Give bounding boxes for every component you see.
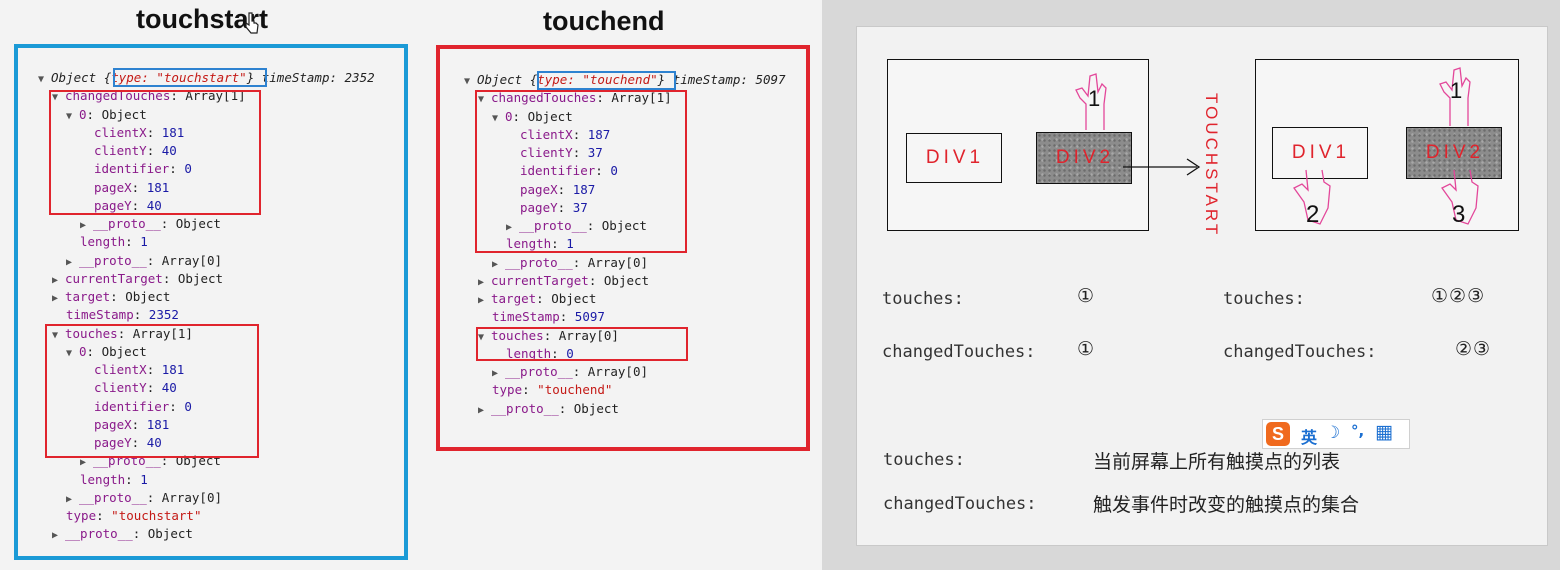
console-line: timeStamp: 2352 [66,307,179,323]
def-touches-label: touches: [883,450,965,470]
console-line[interactable]: ▶ currentTarget: Object [478,272,649,292]
console-line[interactable]: ▶ __proto__: Object [80,215,221,235]
console-line: timeStamp: 5097 [492,309,605,325]
div1-label: DIV1 [925,147,985,168]
ime-lang-toggle[interactable]: 英 [1301,424,1317,448]
expand-down-icon[interactable]: ▼ [464,73,477,91]
devtools-comparison-panel: touchstart touchend ▼ Object {type: "touc… [0,0,822,570]
type-highlight-end [537,71,676,90]
div1-label: DIV1 [1291,142,1351,163]
def-changedtouches-text: 触发事件时改变的触摸点的集合 [1093,494,1360,516]
svg-text:1: 1 [1450,78,1462,103]
svg-text:1: 1 [1088,86,1100,111]
console-line[interactable]: ▶ __proto__: Array[0] [492,363,648,383]
arrow-icon [1123,158,1201,176]
screen-diagram-before: DIV1 DIV2 1 [887,59,1149,231]
screen-diagram-after: DIV1 DIV2 1 2 3 [1255,59,1519,231]
console-line[interactable]: ▶ __proto__: Array[0] [66,252,222,272]
svg-text:2: 2 [1306,201,1319,228]
def-touches-text: 当前屏幕上所有触摸点的列表 [1093,451,1341,473]
moon-icon[interactable]: ☽ [1325,423,1340,443]
console-line[interactable]: ▶ __proto__: Array[0] [66,489,222,509]
changedtouches-highlight-end [475,90,687,253]
console-line: type: "touchstart" [66,508,202,523]
touches-highlight-start [45,324,259,458]
changedtouches-label-right: changedTouches: [1223,342,1377,362]
console-line[interactable]: ▶ target: Object [478,290,596,310]
changedtouches-highlight-start [49,90,261,215]
expand-right-icon[interactable]: ▶ [478,402,491,420]
hand-2-icon: 2 [1293,169,1331,228]
hand-1-icon: 1 [1075,73,1107,130]
console-line: length: 1 [80,471,148,487]
expand-right-icon[interactable]: ▶ [52,527,65,545]
touches-value-left: ① [1077,285,1096,307]
touches-label-left: touches: [882,289,964,309]
console-line[interactable]: ▶ currentTarget: Object [52,270,223,290]
svg-text:3: 3 [1452,201,1465,228]
cursor-icon [245,12,259,34]
touches-highlight-end [476,327,688,361]
type-highlight-start [113,68,267,87]
div2-label: DIV2 [1425,142,1485,163]
touches-label-right: touches: [1223,289,1305,309]
sogou-logo-icon[interactable]: S [1266,422,1290,446]
changedtouches-value-right: ②③ [1455,338,1492,360]
changedtouches-label-left: changedTouches: [882,342,1036,362]
div1-box-before: DIV1 [906,133,1002,183]
changedtouches-value-left: ① [1077,338,1096,360]
hand-3-icon: 3 [1441,169,1479,228]
console-line[interactable]: ▶ __proto__: Object [52,525,193,545]
touchend-heading: touchend [543,6,665,36]
def-changedtouches-label: changedTouches: [883,494,1037,514]
ime-toolbar[interactable]: S 英 ☽ °, ▦ [1262,419,1410,449]
console-line[interactable]: ▶ __proto__: Array[0] [492,254,648,274]
touches-value-right: ①②③ [1431,285,1486,307]
grid-icon[interactable]: ▦ [1375,421,1393,443]
div2-label: DIV2 [1055,147,1115,168]
expand-right-icon[interactable]: ▶ [52,290,65,308]
expand-right-icon[interactable]: ▶ [478,292,491,310]
console-line[interactable]: ▶ __proto__: Object [478,400,619,420]
touchstart-vertical-label: TOUCHSTART [1202,93,1221,238]
console-line: type: "touchend" [492,382,613,398]
hand-1-icon: 1 [1439,67,1471,126]
expand-down-icon[interactable]: ▼ [38,71,51,89]
punctuation-toggle[interactable]: °, [1351,422,1364,440]
slide-panel: DIV1 DIV2 1 TOUCHSTART DIV1 DIV2 1 2 3 t… [822,0,1560,570]
console-line: length: 1 [80,234,148,250]
div2-box-before: DIV2 [1036,132,1132,184]
console-line[interactable]: ▶ target: Object [52,288,170,308]
slide: DIV1 DIV2 1 TOUCHSTART DIV1 DIV2 1 2 3 t… [856,26,1548,546]
